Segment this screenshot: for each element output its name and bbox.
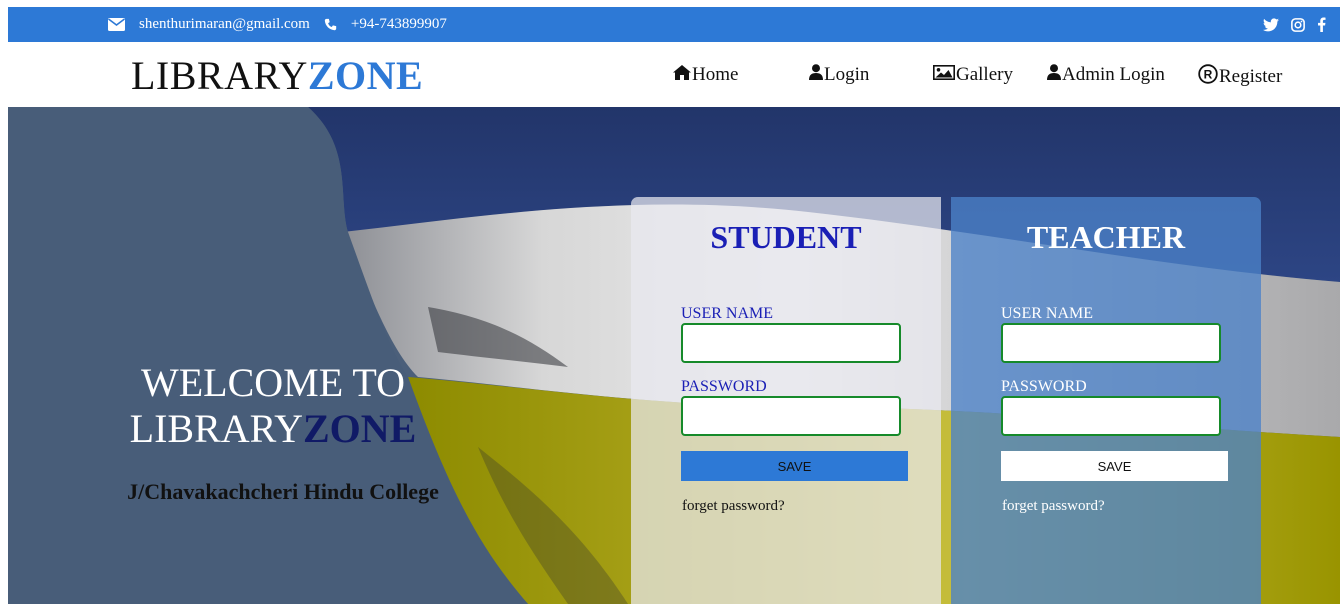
top-contact-bar: shenthurimaran@gmail.com +94-743899907	[8, 7, 1340, 42]
welcome-library: LIBRARY	[129, 406, 303, 451]
welcome-zone: ZONE	[303, 406, 417, 451]
teacher-title: TEACHER	[1026, 219, 1186, 255]
student-forget-password-link[interactable]: forget password?	[682, 498, 785, 515]
nav-admin-login[interactable]: Admin Login	[1047, 64, 1165, 86]
twitter-icon[interactable]	[1263, 17, 1279, 32]
brand-zone: ZONE	[307, 53, 424, 98]
contact-email[interactable]: shenthurimaran@gmail.com	[139, 16, 310, 33]
nav-gallery-label: Gallery	[956, 64, 1013, 85]
welcome-line1: WELCOME TO	[140, 360, 406, 405]
teacher-username-label: USER NAME	[1001, 305, 1094, 322]
user-icon	[1047, 64, 1062, 86]
teacher-password-input[interactable]	[1001, 396, 1221, 436]
nav-login[interactable]: Login	[809, 64, 869, 86]
page: shenthurimaran@gmail.com +94-743899907 L…	[0, 0, 1340, 604]
nav-login-label: Login	[824, 64, 870, 85]
nav-home[interactable]: Home	[673, 64, 738, 86]
teacher-username-input[interactable]	[1001, 323, 1221, 363]
nav-register[interactable]: R Register	[1198, 64, 1282, 90]
brand-logo[interactable]: LIBRARYZONE	[131, 52, 423, 99]
nav-admin-login-label: Admin Login	[1062, 64, 1165, 85]
teacher-save-button[interactable]: SAVE	[1001, 451, 1228, 481]
nav-register-label: Register	[1219, 66, 1283, 87]
user-icon	[809, 64, 824, 86]
teacher-password-label: PASSWORD	[1001, 378, 1087, 395]
welcome-heading: WELCOME TO LIBRARYZONE	[78, 360, 468, 452]
student-username-input[interactable]	[681, 323, 901, 363]
social-links	[1263, 7, 1326, 42]
student-password-input[interactable]	[681, 396, 901, 436]
college-name: J/Chavakachcheri Hindu College	[127, 479, 439, 504]
teacher-forget-password-link[interactable]: forget password?	[1002, 498, 1105, 515]
registered-icon: R	[1198, 64, 1219, 90]
facebook-icon[interactable]	[1317, 17, 1326, 32]
brand-library: LIBRARY	[131, 53, 308, 98]
student-password-label: PASSWORD	[681, 378, 767, 395]
student-username-label: USER NAME	[681, 305, 774, 322]
contact-info: shenthurimaran@gmail.com +94-743899907	[108, 7, 461, 42]
envelope-icon	[108, 18, 125, 31]
svg-text:R: R	[1204, 68, 1213, 82]
student-title: STUDENT	[710, 219, 862, 255]
nav-home-label: Home	[692, 64, 739, 85]
instagram-icon[interactable]	[1291, 17, 1305, 32]
phone-icon	[324, 18, 337, 31]
main-navbar: LIBRARYZONE Home Login Gallery Admin Log…	[0, 42, 1340, 107]
home-icon	[673, 64, 692, 86]
teacher-login-panel: TEACHER USER NAME PASSWORD SAVE forget p…	[951, 197, 1261, 604]
student-save-button[interactable]: SAVE	[681, 451, 908, 481]
nav-gallery[interactable]: Gallery	[933, 64, 1013, 86]
student-login-panel: STUDENT USER NAME PASSWORD SAVE forget p…	[631, 197, 941, 604]
contact-phone[interactable]: +94-743899907	[351, 16, 447, 33]
welcome-line2: LIBRARYZONE	[78, 406, 468, 452]
image-icon	[933, 64, 956, 86]
